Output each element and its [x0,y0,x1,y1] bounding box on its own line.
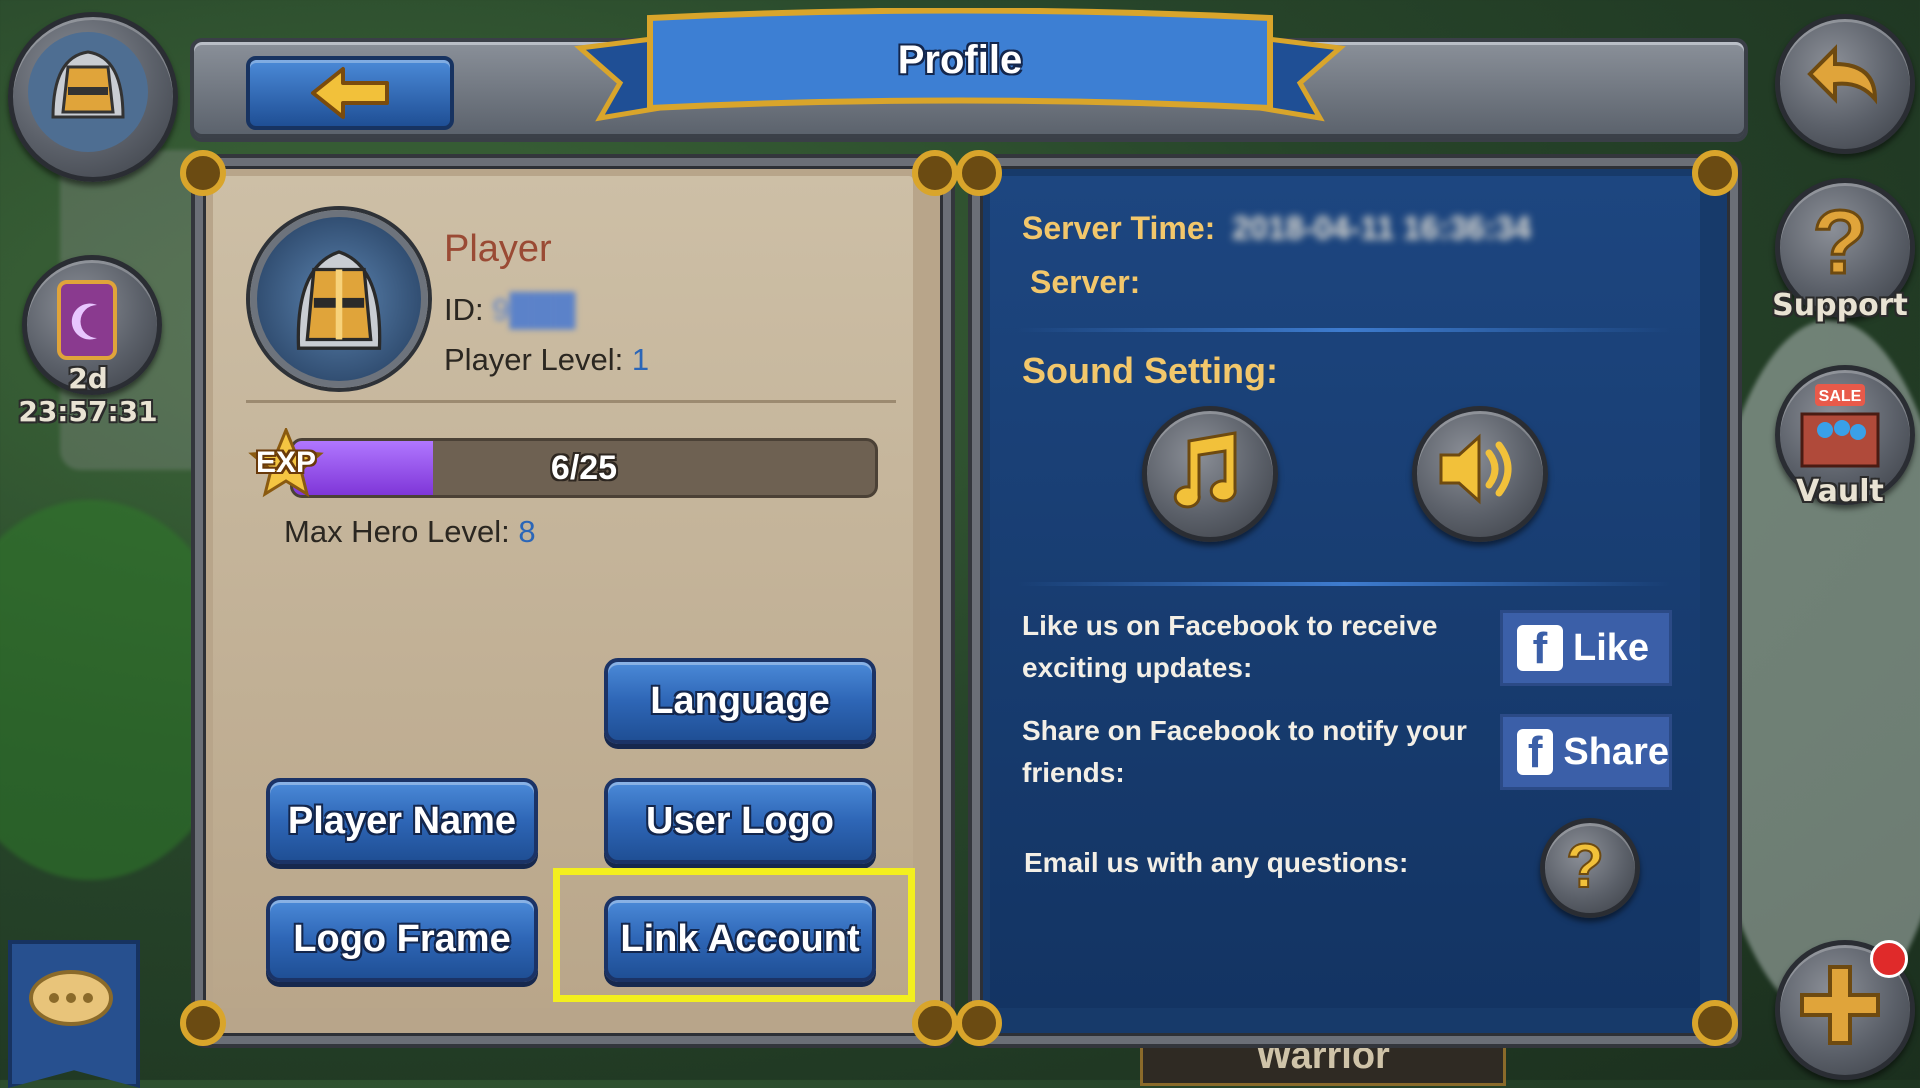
divider [1018,582,1670,586]
sound-toggle-button[interactable] [1412,406,1548,542]
player-name-button[interactable]: Player Name [266,778,538,864]
knight-helmet-icon [296,250,382,350]
speaker-icon [1439,433,1512,505]
panel-corner [956,150,1002,196]
server-time-label: Server Time: [1022,210,1216,246]
shop-stall-icon: SALE [1800,384,1880,468]
panel-corner [912,150,958,196]
chat-bubble-icon [29,970,113,1026]
top-avatar-button[interactable] [8,12,178,182]
player-id-value: 9███ [492,292,576,327]
sound-setting-label: Sound Setting: [1022,350,1278,391]
server-label: Server: [1030,264,1141,300]
music-toggle-button[interactable] [1142,406,1278,542]
return-arrow-icon [1807,44,1878,105]
player-id-label: ID: [444,292,484,327]
svg-text:?: ? [1813,193,1868,293]
sale-tag: SALE [1819,388,1862,405]
player-level-row: Player Level: 1 [444,342,649,378]
player-level-value: 1 [631,342,650,377]
music-note-icon [1173,431,1237,509]
email-help-button[interactable]: ? [1540,818,1640,918]
player-id-row: ID: 9███ [444,292,575,328]
panel-corner [180,1000,226,1046]
title-ribbon: Profile [560,8,1360,126]
facebook-icon: f [1517,625,1563,671]
panel-corner [956,1000,1002,1046]
divider [246,400,896,403]
facebook-like-button[interactable]: f Like [1500,610,1672,686]
player-name: Player [444,228,552,270]
event-timer: 2d 23:57:31 [18,362,158,428]
email-text: Email us with any questions: [1024,847,1409,878]
logo-frame-button[interactable]: Logo Frame [266,896,538,982]
language-button[interactable]: Language [604,658,876,744]
facebook-share-label: Share [1563,730,1669,773]
notification-dot [1870,940,1908,978]
highlight-box [553,868,915,1002]
max-hero-label: Max Hero Level: [284,514,510,549]
exp-bar: 6/25 [290,438,878,498]
player-avatar[interactable] [250,210,428,388]
server-time-row: Server Time: 2018-04-11 16:36:34 [1022,210,1531,247]
panel-corner [180,150,226,196]
facebook-share-text: Share on Facebook to notify your friends… [1022,715,1467,788]
panel-corner [912,1000,958,1046]
panel-corner [1692,150,1738,196]
svg-text:?: ? [1566,832,1604,901]
panel-corner [1692,1000,1738,1046]
page-title: Profile [897,38,1023,82]
player-level-label: Player Level: [444,342,624,377]
return-button[interactable] [1775,14,1915,154]
exp-badge: EXP [248,426,324,498]
arrow-left-icon [311,67,389,119]
question-mark-icon: ? [1565,831,1605,902]
facebook-share-button[interactable]: f Share [1500,714,1672,790]
max-hero-value: 8 [518,514,536,549]
facebook-like-text: Like us on Facebook to receive exciting … [1022,610,1438,683]
support-label: Support [1772,288,1908,323]
knight-avatar-icon [28,32,148,152]
vault-label: Vault [1796,474,1884,509]
back-button[interactable] [246,56,454,130]
facebook-like-label: Like [1573,626,1650,669]
question-mark-icon: ? [1811,192,1869,295]
exp-badge-label: EXP [255,446,317,479]
server-time-value: 2018-04-11 16:36:34 [1232,210,1532,246]
max-hero-row: Max Hero Level: 8 [284,514,536,550]
chat-banner[interactable] [8,940,140,1088]
divider [1018,328,1670,332]
facebook-icon: f [1517,729,1554,775]
user-logo-button[interactable]: User Logo [604,778,876,864]
exp-value: 6/25 [550,448,618,487]
